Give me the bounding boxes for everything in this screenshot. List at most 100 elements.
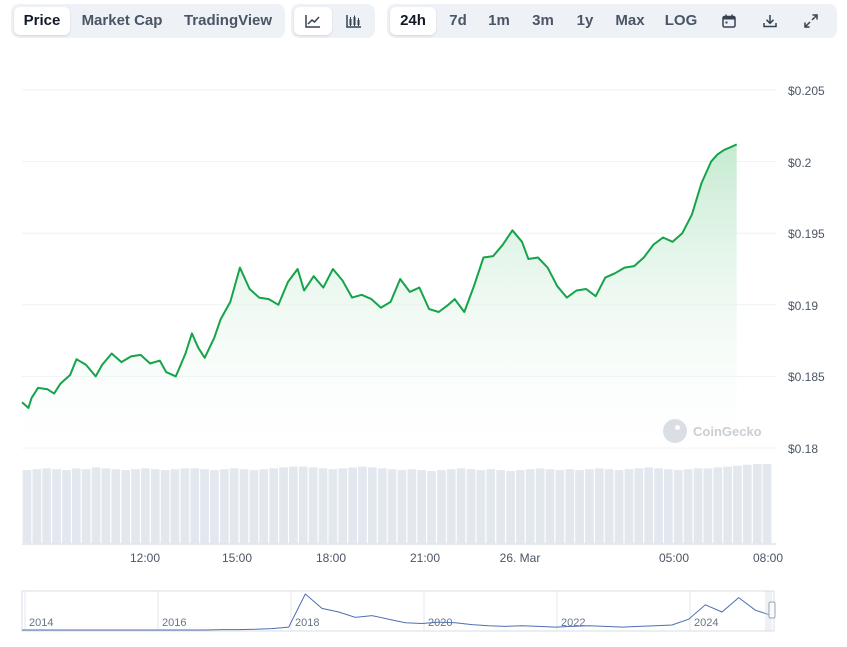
fullscreen-icon [804,14,818,28]
volume-bar [170,469,180,544]
navigator-year-label: 2014 [29,617,54,629]
range-and-tools: 24h 7d 1m 3m 1y Max LOG [387,4,837,38]
y-tick-label: $0.18 [788,442,819,456]
volume-bar [81,469,91,544]
volume-bar [634,468,644,544]
x-tick-label: 12:00 [129,551,161,565]
navigator-year-label: 2018 [295,617,320,629]
volume-bar [673,470,683,544]
tab-market-cap[interactable]: Market Cap [75,7,169,35]
volume-bar [279,467,288,544]
volume-bar [200,469,209,544]
volume-bar [644,467,653,544]
volume-bar [318,468,328,544]
candlestick-chart-button[interactable] [335,7,373,35]
volume-bar [614,470,624,544]
volume-bar [131,469,140,544]
range-1m-button[interactable]: 1m [480,7,518,35]
range-navigator[interactable] [0,590,847,635]
x-tick-label: 08:00 [752,551,784,565]
volume-bar [269,468,278,544]
volume-bar [693,468,703,544]
range-max-button[interactable]: Max [608,7,652,35]
y-tick-label: $0.205 [788,84,825,98]
x-tick-label: 21:00 [409,551,441,565]
volume-bar [664,469,673,544]
fullscreen-button[interactable] [792,7,830,35]
volume-bar [752,463,762,544]
navigator-year-label: 2024 [694,617,719,629]
data-type-tabs: Price Market Cap TradingView [11,4,285,38]
volume-bar [180,468,190,544]
volume-bar [91,467,101,544]
volume-bar [387,469,397,544]
volume-bar [506,471,515,544]
volume-bar [417,470,426,544]
candlestick-chart-icon [346,15,361,28]
volume-bar [397,470,407,544]
range-3m-button[interactable]: 3m [523,7,563,35]
price-chart[interactable] [0,40,847,580]
download-button[interactable] [751,7,789,35]
volume-bar [446,469,456,544]
navigator-year-label: 2020 [428,617,453,629]
navigator-year-label: 2016 [162,617,187,629]
tab-tradingview[interactable]: TradingView [175,7,281,35]
navigator-handle[interactable] [768,601,776,619]
chart-toolbar: Price Market Cap TradingView 24h 7d 1m 3… [11,4,837,38]
volume-bar [71,468,81,544]
volume-bar [575,470,584,544]
log-scale-button[interactable]: LOG [658,7,704,35]
navigator-year-label: 2022 [561,617,586,629]
volume-bar [486,469,496,544]
date-range-button[interactable] [710,7,748,35]
range-24h-button[interactable]: 24h [390,7,436,35]
volume-bar [32,469,42,544]
volume-bar [407,469,417,544]
volume-bar [358,466,367,544]
volume-bar [249,470,259,544]
y-tick-label: $0.195 [788,227,825,241]
calendar-icon [722,14,736,28]
volume-bar [190,468,200,544]
volume-bar [229,468,239,544]
volume-bar [220,469,229,544]
range-1y-button[interactable]: 1y [566,7,604,35]
price-area-fill [22,144,737,448]
volume-bar [289,466,298,544]
volume-bar [516,470,525,544]
y-tick-label: $0.19 [788,299,819,313]
x-tick-label: 18:00 [315,551,347,565]
line-chart-button[interactable] [294,7,332,35]
x-tick-label: 26. Mar [499,551,541,565]
volume-bar [683,469,693,544]
volume-bar [476,470,486,544]
volume-bar [654,468,663,544]
volume-bar [308,467,318,544]
volume-bar [585,469,594,544]
volume-bars [22,463,772,544]
volume-bar [595,468,604,544]
volume-bar [377,468,387,544]
volume-bar [604,469,614,544]
volume-bar [703,468,713,544]
tab-price[interactable]: Price [14,7,70,35]
volume-bar [160,470,170,544]
y-tick-label: $0.2 [788,156,812,170]
volume-bar [111,469,121,544]
volume-bar [101,468,111,544]
watermark-text: CoinGecko [693,423,762,439]
volume-bar [298,466,308,544]
range-7d-button[interactable]: 7d [439,7,477,35]
volume-bar [733,465,742,544]
volume-bar [762,463,772,544]
volume-bar [22,470,32,544]
volume-bar [52,469,61,544]
volume-bar [121,470,130,544]
line-chart-icon [305,15,320,28]
volume-bar [545,469,555,544]
download-icon [763,15,777,28]
volume-bar [466,469,476,544]
chart-type-toggle [291,4,375,38]
x-tick-label: 05:00 [658,551,690,565]
